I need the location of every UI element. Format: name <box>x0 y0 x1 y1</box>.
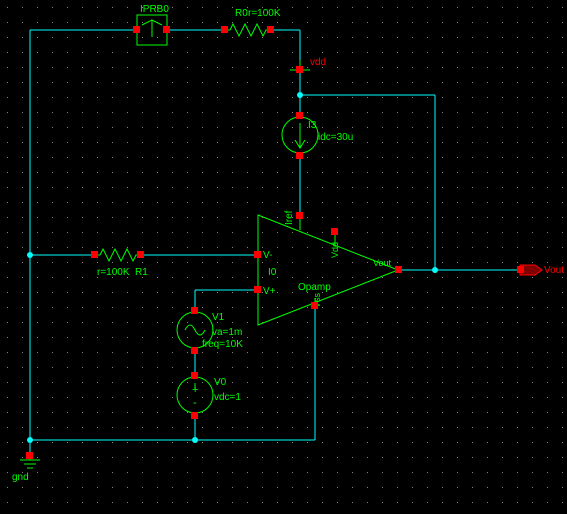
wire-net <box>30 30 525 455</box>
r0-value: r=100K <box>248 8 281 19</box>
probe-iprb0[interactable]: IPRB0 <box>137 4 197 45</box>
probe-label: IPRB0 <box>140 4 169 15</box>
v1-name: V1 <box>212 312 225 323</box>
opamp-vout-pin: Vout <box>373 258 392 268</box>
v0-value: vdc=1 <box>214 392 241 403</box>
gnd-text: gnd <box>12 472 29 483</box>
opamp-inst: I0 <box>268 267 277 278</box>
svg-text:+: + <box>192 384 198 396</box>
opamp-i0[interactable]: V- V+ I0 Opamp Iref Vdd Vss Vout <box>258 210 398 325</box>
r0-name: R0 <box>235 8 248 19</box>
ground-symbol[interactable]: gnd <box>12 252 198 483</box>
r1-value: r=100K <box>97 267 130 278</box>
svg-text:-: - <box>193 397 197 409</box>
v0-name: V0 <box>214 377 227 388</box>
schematic-canvas[interactable]: IPRB0 R0 r=100K vdd I3 idc=30u r=100K R1… <box>0 0 567 514</box>
vdd-text: vdd <box>310 57 326 68</box>
vdd-net-label[interactable]: vdd <box>290 57 326 98</box>
i3-name: I3 <box>308 120 317 131</box>
vout-text: Vout <box>544 265 564 276</box>
v1-va: va=1m <box>212 327 242 338</box>
i3-value: idc=30u <box>318 132 353 143</box>
opamp-vplus: V+ <box>263 286 276 297</box>
vsource-v1[interactable]: V1 va=1m freq=10K <box>177 312 243 350</box>
opamp-vminus: V- <box>263 250 272 261</box>
r1-name: R1 <box>135 267 148 278</box>
v1-freq: freq=10K <box>202 339 243 350</box>
opamp-iref: Iref <box>284 210 295 225</box>
opamp-type: Opamp <box>298 282 331 293</box>
pin-markers <box>26 26 524 459</box>
vsource-v0[interactable]: + - V0 vdc=1 <box>177 377 241 413</box>
current-source-i3[interactable]: I3 idc=30u <box>282 117 353 153</box>
